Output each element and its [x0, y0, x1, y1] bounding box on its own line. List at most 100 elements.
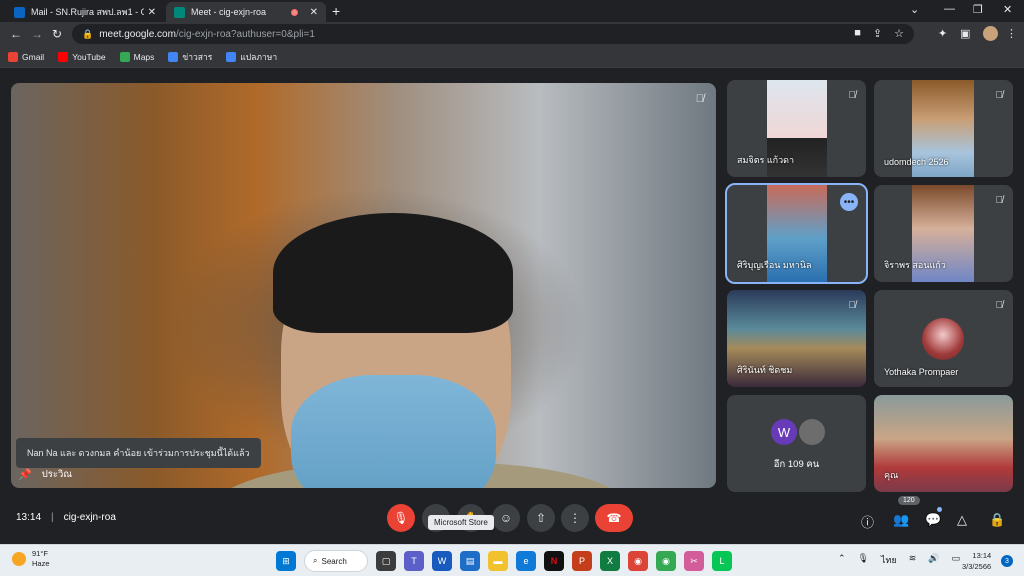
- weather-desc: Haze: [32, 559, 50, 568]
- reload-icon[interactable]: ↻: [52, 27, 62, 41]
- menu-icon[interactable]: ⋮: [1006, 27, 1017, 40]
- chat-notification-dot: [937, 507, 942, 512]
- profile-avatar[interactable]: [983, 26, 998, 41]
- recording-icon: [290, 8, 298, 16]
- main-video-tile[interactable]: 🎙̸: [11, 83, 716, 488]
- tab-title: Meet - cig-exjn-roa: [191, 7, 267, 17]
- line-icon[interactable]: L: [712, 551, 732, 571]
- start-icon[interactable]: ⊞: [276, 551, 296, 571]
- self-name: คุณ: [884, 470, 899, 480]
- participant-tile[interactable]: 🎙̸ จิราพร สอนแก้ว: [874, 185, 1013, 282]
- host-controls-icon[interactable]: 🔒: [989, 512, 1005, 528]
- mic-off-icon: 🎙̸: [995, 195, 1004, 206]
- chevron-up-icon[interactable]: ⌃: [838, 553, 846, 567]
- self-tile[interactable]: คุณ: [874, 395, 1013, 492]
- bookmark-label: Maps: [133, 51, 155, 62]
- clock-date: 3/3/2566: [962, 562, 992, 571]
- participant-avatar: [922, 318, 964, 360]
- main-speaker-name: ประวิณ: [41, 469, 73, 480]
- wifi-icon[interactable]: ≋: [909, 553, 917, 567]
- more-options-button[interactable]: ⋮: [561, 504, 589, 532]
- close-icon[interactable]: ✕: [148, 7, 156, 18]
- excel-icon[interactable]: X: [600, 551, 620, 571]
- participant-name: udomdech 2526: [884, 157, 949, 167]
- bookmark-translate[interactable]: แปลภาษา: [226, 50, 277, 64]
- volume-icon[interactable]: 🔊: [928, 553, 939, 567]
- netflix-icon[interactable]: N: [544, 551, 564, 571]
- leave-call-button[interactable]: ☎: [595, 504, 633, 532]
- bookmark-star-icon[interactable]: ☆: [894, 27, 904, 40]
- tab-search-icon[interactable]: ⌄: [910, 3, 919, 16]
- maximize-button[interactable]: ❐: [973, 3, 983, 16]
- snipping-tool-icon[interactable]: ✂: [684, 551, 704, 571]
- taskbar-search[interactable]: ⌕ Search: [304, 550, 368, 572]
- participant-name: ศิริบุญเรือน มหานิล: [737, 260, 812, 270]
- edge-icon[interactable]: e: [516, 551, 536, 571]
- minimize-button[interactable]: —: [944, 3, 955, 15]
- bookmarks-bar: Gmail YouTube Maps ข่าวสาร แปลภาษา: [0, 46, 1024, 68]
- meet-icon: [174, 6, 185, 18]
- tab-outlook[interactable]: Mail - SN.Rujira สพป.ลพ1 - Outlo ✕: [6, 2, 164, 22]
- present-button[interactable]: ⇧: [527, 504, 555, 532]
- tab-title: Mail - SN.Rujira สพป.ลพ1 - Outlo: [31, 7, 144, 17]
- word-icon[interactable]: W: [432, 551, 452, 571]
- chrome-profile-icon[interactable]: ◉: [656, 551, 676, 571]
- pin-icon[interactable]: 📌: [18, 468, 32, 481]
- participant-count-badge: 120: [898, 496, 920, 505]
- people-icon[interactable]: 👥: [893, 512, 909, 528]
- bookmark-youtube[interactable]: YouTube: [58, 51, 106, 62]
- tab-meet[interactable]: Meet - cig-exjn-roa ✕: [166, 2, 326, 22]
- main-speaker-label: 📌 ประวิณ: [18, 467, 72, 482]
- participant-tile[interactable]: 🎙̸ ศิรินันท์ ชิดชม: [727, 290, 866, 387]
- maps-icon: [119, 51, 130, 62]
- teams-icon[interactable]: T: [404, 551, 424, 571]
- others-tile[interactable]: W อีก 109 คน: [727, 395, 866, 492]
- store-icon[interactable]: ▤: [460, 551, 480, 571]
- language-indicator[interactable]: ไทย: [881, 553, 897, 567]
- taskbar-apps: ⊞ ⌕ Search ▢ T W ▤ ▬ e N P X ◉ ◉ ✂ L: [276, 550, 732, 572]
- back-icon[interactable]: ←: [10, 27, 22, 41]
- chat-icon[interactable]: 💬: [925, 512, 941, 528]
- powerpoint-icon[interactable]: P: [572, 551, 592, 571]
- clock[interactable]: 13:14 3/3/2566: [962, 550, 991, 572]
- close-icon[interactable]: ✕: [310, 7, 318, 18]
- address-bar[interactable]: 🔒 meet.google.com/cig-exjn-roa?authuser=…: [72, 24, 914, 44]
- participant-tile[interactable]: 🎙̸ สมจิตร แก้วดา: [727, 80, 866, 177]
- task-view-icon[interactable]: ▢: [376, 551, 396, 571]
- forward-icon[interactable]: →: [31, 27, 43, 41]
- separator: |: [51, 512, 54, 523]
- more-options-icon[interactable]: •••: [840, 193, 858, 211]
- activities-icon[interactable]: △: [957, 512, 967, 528]
- close-window-button[interactable]: ✕: [1003, 3, 1012, 16]
- bookmark-maps[interactable]: Maps: [119, 51, 155, 62]
- new-tab-button[interactable]: +: [332, 3, 340, 19]
- windows-taskbar: 91°F Haze ⊞ ⌕ Search ▢ T W ▤ ▬ e N P X ◉ …: [0, 544, 1024, 576]
- file-explorer-icon[interactable]: ▬: [488, 551, 508, 571]
- search-label: Search: [321, 556, 347, 566]
- youtube-icon: [58, 51, 69, 62]
- tooltip: Microsoft Store: [428, 515, 494, 530]
- clock-time: 13:14: [972, 551, 992, 560]
- bookmark-gmail[interactable]: Gmail: [8, 51, 45, 62]
- side-panel-icon[interactable]: ▣: [960, 27, 970, 40]
- participant-tile[interactable]: 🎙̸ Yothaka Prompaer: [874, 290, 1013, 387]
- participant-tile[interactable]: 🎙̸ udomdech 2526: [874, 80, 1013, 177]
- participant-avatar: W: [771, 419, 797, 445]
- meeting-info: 13:14 | cig-exjn-roa: [16, 512, 116, 523]
- camera-icon[interactable]: ■: [854, 27, 861, 40]
- weather-widget[interactable]: 91°F Haze: [12, 549, 50, 569]
- participant-tile-active[interactable]: ••• ศิริบุญเรือน มหานิล: [725, 183, 868, 284]
- extensions-icon[interactable]: ✦: [938, 27, 947, 40]
- mic-tray-icon[interactable]: 🎙: [858, 553, 869, 567]
- battery-icon[interactable]: ▭: [951, 553, 960, 567]
- bookmark-label: ข่าวสาร: [182, 51, 213, 62]
- mic-toggle-button[interactable]: 🎙: [387, 504, 415, 532]
- emoji-button[interactable]: ☺: [492, 504, 520, 532]
- chrome-icon[interactable]: ◉: [628, 551, 648, 571]
- bookmark-news[interactable]: ข่าวสาร: [168, 50, 212, 64]
- url-host: meet.google.com: [99, 28, 176, 40]
- bookmark-label: Gmail: [22, 51, 45, 62]
- share-icon[interactable]: ⇪: [873, 27, 882, 40]
- notification-badge[interactable]: 3: [1001, 555, 1013, 567]
- meeting-details-icon[interactable]: ⓘ: [861, 512, 874, 531]
